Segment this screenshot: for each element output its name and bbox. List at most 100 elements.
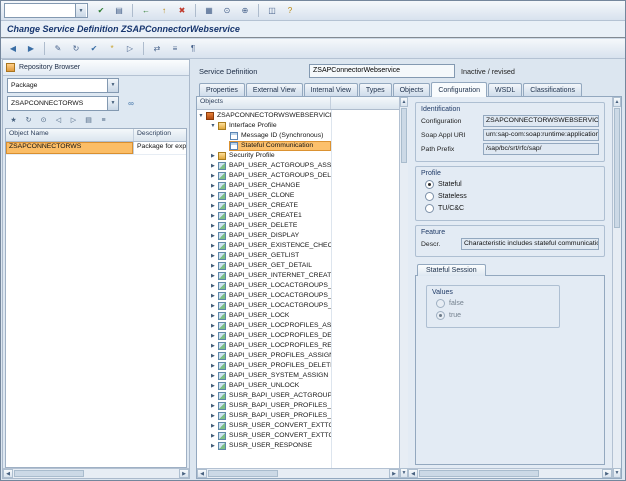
expand-icon[interactable]: ▶ [209, 443, 217, 449]
tree-item[interactable]: ▼Interface Profile [197, 121, 331, 131]
tab-configuration[interactable]: Configuration [431, 82, 487, 97]
repository-browser-header[interactable]: Repository Browser [3, 60, 189, 76]
tree-item[interactable]: ▶SUSR_BAPI_USER_PROFILES_DEL... [197, 411, 331, 421]
new-session-icon[interactable]: ◫ [264, 3, 280, 19]
expand-icon[interactable]: ▶ [209, 233, 217, 239]
tab-objects[interactable]: Objects [393, 83, 431, 96]
find-icon[interactable]: ⊙ [37, 114, 50, 127]
tree-item[interactable]: ▶BAPI_USER_PROFILES_ASSIGN [197, 351, 331, 361]
scroll-left-icon[interactable]: ◀ [3, 469, 13, 478]
tree-item[interactable]: ▶BAPI_USER_LOCPROFILES_READ [197, 341, 331, 351]
scroll-right-icon[interactable]: ▶ [389, 469, 399, 478]
expand-icon[interactable]: ▶ [209, 383, 217, 389]
tree-item[interactable]: ▶SUSR_BAPI_USER_ACTGROUPS_A... [197, 391, 331, 401]
tree-item[interactable]: ▶BAPI_USER_CLONE [197, 191, 331, 201]
tab-properties[interactable]: Properties [199, 83, 245, 96]
tree-vertical-scrollbar[interactable]: ▲ ▼ [399, 97, 408, 478]
tree-item[interactable]: Stateful Communication [197, 141, 331, 151]
radio-button-icon[interactable] [425, 192, 434, 201]
tree-item[interactable]: ▶BAPI_USER_LOCACTGROUPS_DEL... [197, 291, 331, 301]
back-icon[interactable]: ← [138, 3, 154, 19]
tree-item[interactable]: ▶BAPI_USER_GET_DETAIL [197, 261, 331, 271]
tree-item[interactable]: ▶SUSR_USER_CONVERT_EXTTOTA... [197, 431, 331, 441]
browser-type-select[interactable]: Package ▼ [7, 78, 119, 93]
scroll-right-icon[interactable]: ▶ [179, 469, 189, 478]
scroll-thumb[interactable] [401, 108, 407, 163]
tree-item[interactable]: ▶BAPI_USER_LOCPROFILES_DELET... [197, 331, 331, 341]
display-object-icon[interactable]: ∞ [123, 95, 139, 111]
command-input[interactable] [5, 4, 75, 17]
tree-item[interactable]: ▶BAPI_USER_CREATE1 [197, 211, 331, 221]
expand-icon[interactable]: ▶ [209, 193, 217, 199]
tree-item[interactable]: ▶SUSR_USER_CONVERT_EXTTOINT [197, 421, 331, 431]
tree-item[interactable]: ▶BAPI_USER_CHANGE [197, 181, 331, 191]
help-icon[interactable]: ? [282, 3, 298, 19]
object-name-select[interactable]: ZSAPCONNECTORWS ▼ [7, 96, 119, 111]
command-field[interactable]: ▼ [4, 3, 88, 18]
scroll-down-icon[interactable]: ▼ [613, 468, 621, 478]
scroll-thumb[interactable] [208, 470, 278, 477]
activate-icon[interactable]: * [104, 41, 120, 57]
detail-horizontal-scrollbar[interactable]: ◀ ▶ [408, 468, 612, 478]
expand-icon[interactable]: ▶ [209, 253, 217, 259]
previous-object-icon[interactable]: ◁ [52, 114, 65, 127]
tab-external-view[interactable]: External View [246, 83, 303, 96]
tree-item[interactable]: ▶BAPI_USER_PROFILES_DELETE [197, 361, 331, 371]
scroll-up-icon[interactable]: ▲ [613, 97, 621, 107]
forward-arrow-icon[interactable]: ▶ [23, 41, 39, 57]
tree-item[interactable]: ▶BAPI_USER_CREATE [197, 201, 331, 211]
tree-item[interactable]: ▶BAPI_USER_DELETE [197, 221, 331, 231]
expand-icon[interactable]: ▶ [209, 263, 217, 269]
service-definition-field[interactable]: ZSAPConnectorWebservice [309, 64, 455, 78]
tree-item[interactable]: ▶BAPI_USER_EXISTENCE_CHECK [197, 241, 331, 251]
scroll-thumb[interactable] [419, 470, 539, 477]
back-arrow-icon[interactable]: ◀ [5, 41, 21, 57]
tab-wsdl[interactable]: WSDL [488, 83, 522, 96]
tree-item[interactable]: ▶BAPI_USER_DISPLAY [197, 231, 331, 241]
tree-item[interactable]: ▶Security Profile [197, 151, 331, 161]
expand-icon[interactable]: ▶ [209, 293, 217, 299]
scroll-thumb[interactable] [614, 108, 620, 228]
description-cell[interactable]: Package for expo [134, 142, 186, 154]
browser-horizontal-scrollbar[interactable]: ◀ ▶ [3, 468, 189, 478]
expand-icon[interactable]: ▶ [209, 283, 217, 289]
exit-icon[interactable]: ↑ [156, 3, 172, 19]
expand-icon[interactable]: ▼ [197, 113, 205, 119]
tree-item[interactable]: ▶BAPI_USER_INTERNET_CREATE [197, 271, 331, 281]
scroll-left-icon[interactable]: ◀ [408, 469, 418, 478]
tree-item[interactable]: ▶SUSR_USER_RESPONSE [197, 441, 331, 451]
tree-item[interactable]: Message ID (Synchronous) [197, 131, 331, 141]
scroll-right-icon[interactable]: ▶ [602, 469, 612, 478]
expand-icon[interactable]: ▶ [209, 223, 217, 229]
cancel-icon[interactable]: ✖ [174, 3, 190, 19]
descr-field[interactable]: Characteristic includes stateful communi… [461, 238, 599, 250]
radio-button-icon[interactable] [425, 180, 434, 189]
expand-icon[interactable]: ▶ [209, 303, 217, 309]
path-prefix-field[interactable]: /sap/bc/srt/rfc/sap/ [483, 143, 599, 155]
chevron-down-icon[interactable]: ▼ [107, 79, 118, 92]
radio-stateful[interactable]: Stateful [425, 180, 599, 189]
display-change-icon[interactable]: ✎ [50, 41, 66, 57]
column-object-name[interactable]: Object Name [6, 129, 134, 141]
favorites-icon[interactable]: ★ [7, 114, 20, 127]
scroll-down-icon[interactable]: ▼ [400, 468, 408, 478]
soap-appl-uri-field[interactable]: urn:sap-com:soap:runtime:application:... [483, 129, 599, 141]
expand-icon[interactable]: ▶ [209, 333, 217, 339]
refresh-icon[interactable]: ↻ [68, 41, 84, 57]
detail-vertical-scrollbar[interactable]: ▲ ▼ [612, 97, 621, 478]
tree-horizontal-scrollbar[interactable]: ◀ ▶ [197, 468, 399, 478]
find-icon[interactable]: ⊙ [219, 3, 235, 19]
expand-icon[interactable]: ▶ [209, 353, 217, 359]
test-icon[interactable]: ▷ [122, 41, 138, 57]
tree-header-objects[interactable]: Objects [197, 97, 331, 109]
menu-icon[interactable]: ≡ [97, 114, 110, 127]
expand-icon[interactable]: ▼ [209, 123, 217, 129]
tree-item[interactable]: ▶BAPI_USER_GETLIST [197, 251, 331, 261]
object-name-cell[interactable]: ZSAPCONNECTORWS [6, 142, 134, 154]
expand-icon[interactable]: ▶ [209, 423, 217, 429]
radio-stateless[interactable]: Stateless [425, 192, 599, 201]
expand-icon[interactable]: ▶ [209, 373, 217, 379]
tab-types[interactable]: Types [359, 83, 392, 96]
expand-icon[interactable]: ▶ [209, 433, 217, 439]
tree-item[interactable]: ▶BAPI_USER_ACTGROUPS_DELETE [197, 171, 331, 181]
